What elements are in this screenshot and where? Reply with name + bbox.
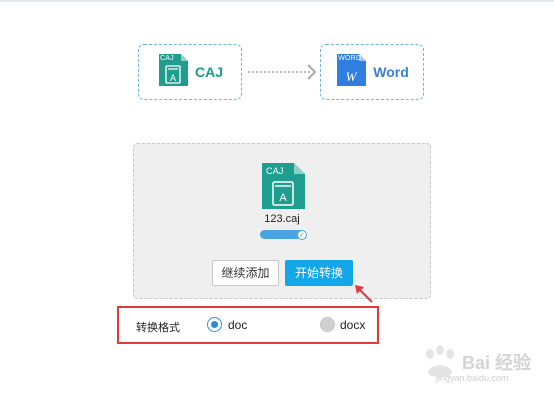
word-file-icon: W WORD [335,53,367,91]
radio-doc-label[interactable]: doc [228,318,247,332]
complete-check-icon: ✓ [297,230,307,240]
caj-file-icon: A CAJ [157,53,189,91]
watermark-url: jingyan.baidu.com [436,373,509,383]
target-format-card: W WORD Word [320,44,424,100]
start-convert-button[interactable]: 开始转换 [285,260,353,286]
watermark-text: Bai 经验 [462,353,532,373]
file-glyph: A [279,192,287,204]
format-label: 转换格式 [136,321,180,334]
conversion-arrow-line [248,71,310,73]
radio-docx-label[interactable]: docx [340,318,365,332]
chevron-right-icon [307,64,317,80]
annotation-arrow-icon [355,285,373,303]
svg-text:A: A [170,73,176,83]
source-format-name: CAJ [194,64,223,80]
file-drop-area[interactable]: A CAJ 123.caj ✓ 继续添加 开始转换 [133,143,431,299]
continue-add-button[interactable]: 继续添加 [212,260,279,286]
source-format-card: A CAJ CAJ [138,44,242,100]
word-letter: W [346,69,358,84]
conversion-format-row: 转换格式 doc docx [117,306,379,344]
target-format-name: Word [373,64,409,80]
radio-doc[interactable] [207,317,222,332]
radio-docx[interactable] [320,317,335,332]
top-border [0,0,554,2]
file-name: 123.caj [264,213,300,225]
uploaded-caj-file-icon: A CAJ [260,162,306,214]
